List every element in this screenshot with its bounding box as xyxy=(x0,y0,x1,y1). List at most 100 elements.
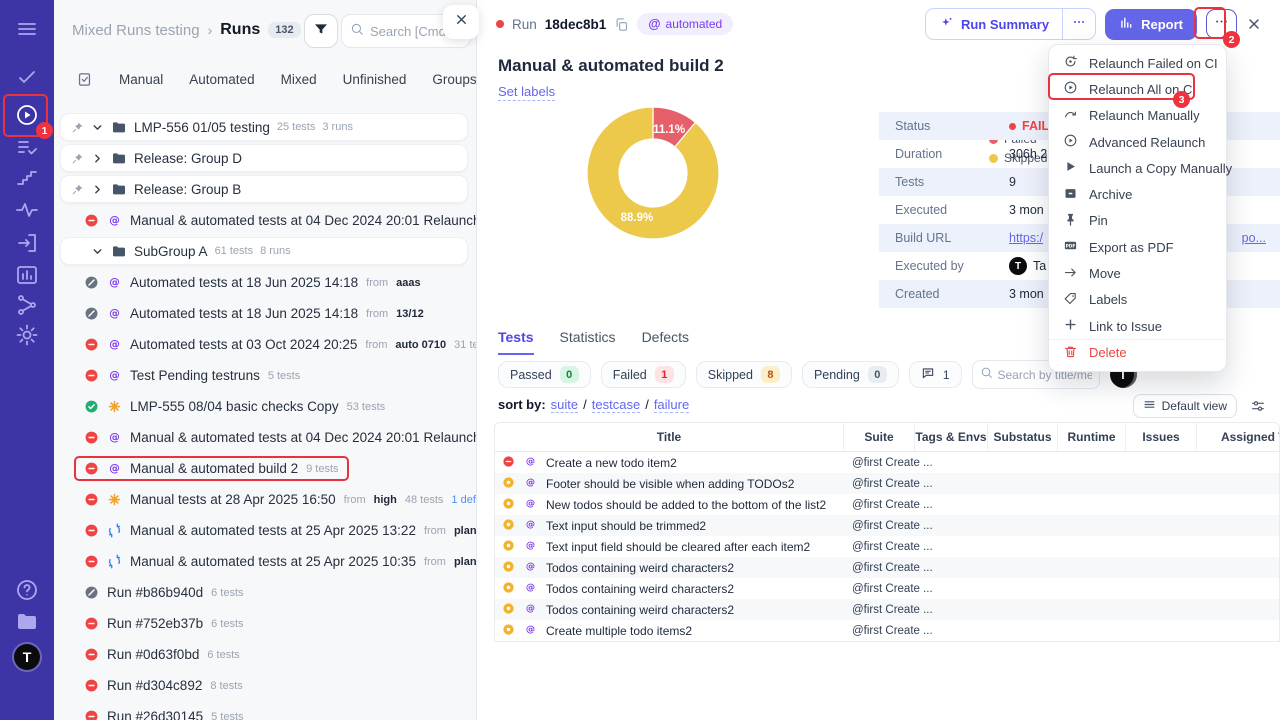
menu-item-pin[interactable]: Pin xyxy=(1049,208,1226,234)
run-group-row[interactable]: SubGroup A 61 tests 8 runs xyxy=(60,237,468,265)
runs-tab-mixed[interactable]: Mixed xyxy=(281,72,317,87)
sidebar-runs-play-icon[interactable] xyxy=(15,103,39,127)
detail-close-button[interactable] xyxy=(1246,16,1262,32)
run-group-row[interactable]: Release: Group D xyxy=(60,144,468,172)
filter-button[interactable] xyxy=(304,14,338,48)
panel-close-card[interactable] xyxy=(443,5,479,39)
sidebar-tasks-icon[interactable] xyxy=(15,65,39,89)
run-group-row[interactable]: LMP-556 01/05 testing 25 tests 3 runs xyxy=(60,113,468,141)
sidebar-analytics-icon[interactable] xyxy=(15,263,39,287)
column-header-title[interactable]: Title xyxy=(495,423,844,451)
sort-by-testcase[interactable]: testcase xyxy=(591,397,641,413)
menu-item-link-to-issue[interactable]: Link to Issue xyxy=(1049,313,1226,339)
run-list-item[interactable]: @ Automated tests at 18 Jun 2025 14:18 fro… xyxy=(54,298,476,329)
menu-item-advanced-relaunch[interactable]: Advanced Relaunch xyxy=(1049,129,1226,155)
menu-item-export-as-pdf[interactable]: PDF Export as PDF xyxy=(1049,234,1226,260)
run-list-item[interactable]: @ Manual & automated tests at 04 Dec 2024… xyxy=(54,422,476,453)
menu-item-labels[interactable]: Labels xyxy=(1049,287,1226,313)
column-header-suite[interactable]: Suite xyxy=(844,423,915,451)
menu-item-launch-a-copy-manually[interactable]: Launch a Copy Manually xyxy=(1049,155,1232,181)
runs-tab-unfinished[interactable]: Unfinished xyxy=(343,72,407,87)
search-icon xyxy=(350,22,364,41)
view-selector[interactable]: Default view xyxy=(1132,394,1237,418)
sidebar-help-icon[interactable] xyxy=(15,578,39,602)
sidebar-settings-icon[interactable] xyxy=(15,323,39,347)
test-title-cell: @ Todos containing weird characters2 xyxy=(495,560,844,575)
comments-filter-chip[interactable]: 1 xyxy=(908,361,962,388)
run-list-item[interactable]: Manual & automated tests at 25 Apr 2025 … xyxy=(54,546,476,577)
menu-item-move[interactable]: Move xyxy=(1049,260,1226,286)
sidebar-milestones-icon[interactable] xyxy=(15,164,39,188)
run-list-item[interactable]: Run #752eb37b 6 tests xyxy=(54,608,476,639)
run-list-item[interactable]: Manual & automated tests at 25 Apr 2025 … xyxy=(54,515,476,546)
close-icon xyxy=(454,12,469,32)
sidebar-pulse-icon[interactable] xyxy=(15,198,39,222)
run-list-item[interactable]: Manual tests at 28 Apr 2025 16:50 from hig… xyxy=(54,484,476,515)
run-detail-header: Run 18dec8b1 @ automated Run Summary Rep… xyxy=(477,0,1280,46)
column-header-runtime[interactable]: Runtime xyxy=(1058,423,1126,451)
sidebar-branches-icon[interactable] xyxy=(15,293,39,317)
menu-item-relaunch-all-on-ci[interactable]: Relaunch All on CI xyxy=(1049,76,1226,102)
sort-by-suite[interactable]: suite xyxy=(550,397,579,413)
sidebar-test-plans-icon[interactable] xyxy=(15,136,39,160)
menu-item-archive[interactable]: Archive xyxy=(1049,181,1226,207)
filter-chip-pending[interactable]: Pending 0 xyxy=(801,361,899,388)
columns-settings-icon[interactable] xyxy=(1250,398,1266,414)
run-list-item[interactable]: @ Manual & automated tests at 04 Dec 2024… xyxy=(54,205,476,236)
menu-item-delete[interactable]: Delete xyxy=(1049,339,1226,365)
run-list-item[interactable]: LMP-555 08/04 basic checks Copy 53 tests xyxy=(54,391,476,422)
sidebar-menu-icon[interactable] xyxy=(15,17,39,41)
sidebar-projects-icon[interactable] xyxy=(15,609,39,633)
run-list-item[interactable]: Run #26d30145 5 tests xyxy=(54,701,476,720)
breadcrumb-project[interactable]: Mixed Runs testing xyxy=(72,22,200,39)
more-actions-button[interactable] xyxy=(1206,9,1237,39)
run-list-item[interactable]: Run #0d63f0bd 6 tests xyxy=(54,639,476,670)
defects-link[interactable]: 1 defects xyxy=(451,494,476,506)
runs-tab-automated[interactable]: Automated xyxy=(189,72,254,87)
menu-item-relaunch-failed-on-ci[interactable]: Relaunch Failed on CI xyxy=(1049,50,1226,76)
filter-chip-failed[interactable]: Failed 1 xyxy=(600,361,686,388)
runs-tab-groups[interactable]: Groups xyxy=(432,72,476,87)
tab-statistics[interactable]: Statistics xyxy=(560,329,616,355)
table-row[interactable]: @ Todos containing weird characters2 @firs… xyxy=(495,578,1279,599)
tab-tests[interactable]: Tests xyxy=(498,329,534,355)
table-row[interactable]: @ Footer should be visible when adding TO… xyxy=(495,473,1279,494)
column-header-substatus[interactable]: Substatus xyxy=(988,423,1058,451)
run-group-row[interactable]: Release: Group B xyxy=(60,175,468,203)
column-header-issues[interactable]: Issues xyxy=(1126,423,1197,451)
filter-chip-passed[interactable]: Passed 0 xyxy=(498,361,591,388)
table-row[interactable]: @ New todos should be added to the bottom… xyxy=(495,494,1279,515)
build-url-link-extra[interactable]: po... xyxy=(1242,231,1266,245)
table-row[interactable]: @ Create multiple todo items2 @first Creat… xyxy=(495,620,1279,641)
filter-chip-skipped[interactable]: Skipped 8 xyxy=(695,361,792,388)
automated-badge[interactable]: @ automated xyxy=(637,13,734,35)
run-row-content: Run #752eb37b 6 tests xyxy=(74,611,254,636)
report-button[interactable]: Report xyxy=(1105,8,1197,40)
column-header-assigned-to[interactable]: Assigned To xyxy=(1197,423,1279,451)
sidebar-imports-icon[interactable] xyxy=(15,231,39,255)
sort-by-failure[interactable]: failure xyxy=(653,397,690,413)
select-runs-icon[interactable] xyxy=(76,71,93,88)
sidebar-user-avatar[interactable]: T xyxy=(14,644,40,670)
copy-icon[interactable] xyxy=(614,17,629,32)
run-list-item[interactable]: @ Test Pending testruns 5 tests xyxy=(54,360,476,391)
run-list-item[interactable]: Run #d304c892 8 tests xyxy=(54,670,476,701)
build-url-link[interactable]: https:/ xyxy=(1009,231,1043,245)
table-row[interactable]: @ Text input should be trimmed2 @first Cre… xyxy=(495,515,1279,536)
runs-tab-manual[interactable]: Manual xyxy=(119,72,163,87)
table-row[interactable]: @ Todos containing weird characters2 @firs… xyxy=(495,599,1279,620)
run-list-item[interactable]: @ Automated tests at 18 Jun 2025 14:18 fro… xyxy=(54,267,476,298)
run-list-item[interactable]: @ Manual & automated build 2 9 tests xyxy=(54,453,476,484)
menu-item-relaunch-manually[interactable]: Relaunch Manually xyxy=(1049,103,1226,129)
run-list-item[interactable]: @ Automated tests at 03 Oct 2024 20:25 fro… xyxy=(54,329,476,360)
table-row[interactable]: @ Text input field should be cleared afte… xyxy=(495,536,1279,557)
column-header-tags-envs[interactable]: Tags & Envs xyxy=(915,423,988,451)
run-summary-more-button[interactable] xyxy=(1062,9,1095,39)
set-labels-link[interactable]: Set labels xyxy=(498,84,556,101)
labels-icon xyxy=(1063,291,1078,309)
table-row[interactable]: @ Todos containing weird characters2 @firs… xyxy=(495,557,1279,578)
table-row[interactable]: @ Create a new todo item2 @first Create ..… xyxy=(495,452,1279,473)
run-summary-button[interactable]: Run Summary xyxy=(926,9,1062,39)
run-list-item[interactable]: Run #b86b940d 6 tests xyxy=(54,577,476,608)
tab-defects[interactable]: Defects xyxy=(642,329,689,355)
